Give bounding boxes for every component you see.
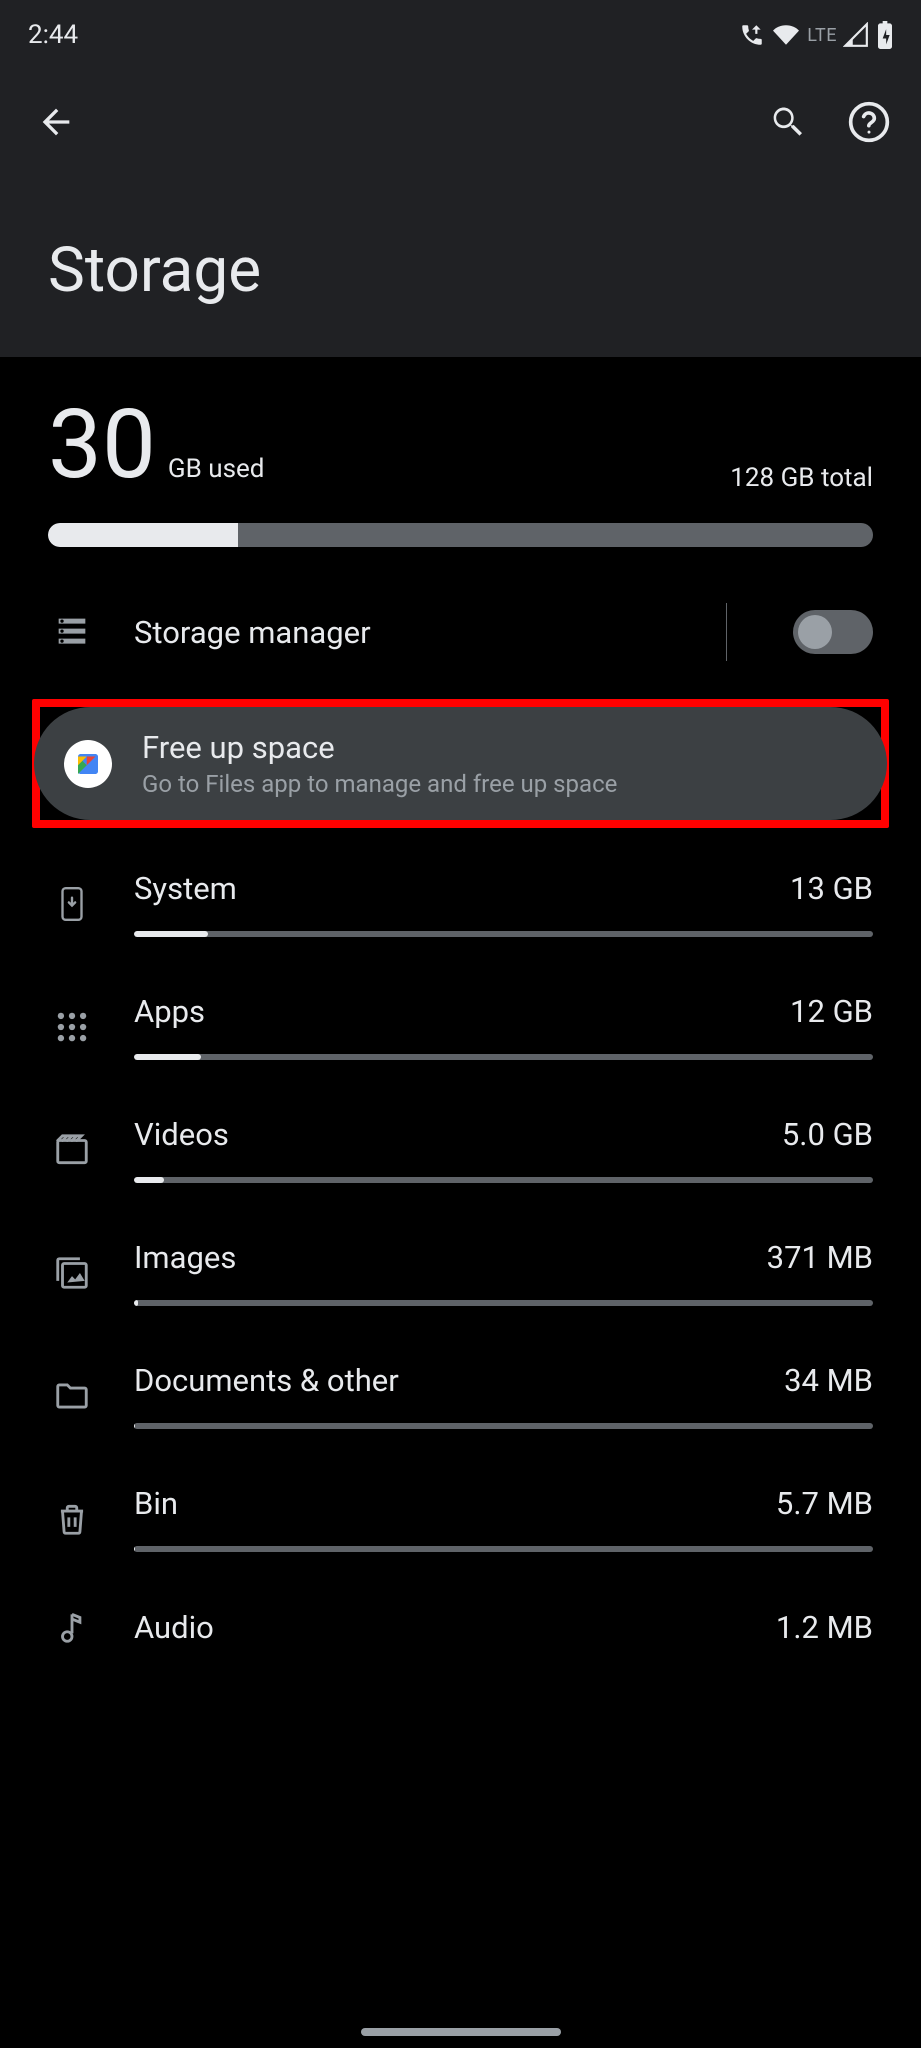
- category-name: Bin: [134, 1485, 178, 1522]
- category-audio[interactable]: Audio 1.2 MB: [0, 1580, 921, 1674]
- lte-indicator: LTE: [807, 25, 837, 46]
- category-name: Videos: [134, 1116, 229, 1153]
- search-icon: [767, 102, 807, 142]
- help-button[interactable]: [847, 100, 891, 144]
- header: Storage: [0, 70, 921, 357]
- help-icon: [847, 100, 891, 144]
- free-up-title: Free up space: [142, 729, 849, 766]
- used-unit: GB used: [168, 454, 265, 484]
- signal-icon: [843, 22, 869, 48]
- images-icon: [53, 1254, 91, 1292]
- category-bin[interactable]: Bin 5.7 MB: [0, 1457, 921, 1580]
- videos-icon: [53, 1131, 91, 1169]
- status-bar: 2:44 LTE: [0, 0, 921, 70]
- navigation-handle[interactable]: [361, 2028, 561, 2036]
- highlight-annotation: Free up space Go to Files app to manage …: [32, 699, 889, 828]
- category-name: Images: [134, 1239, 236, 1276]
- storage-manager-label: Storage manager: [134, 614, 688, 651]
- folder-icon: [53, 1377, 91, 1415]
- storage-usage: 30 GB used 128 GB total: [0, 387, 921, 511]
- category-bar: [134, 1423, 873, 1429]
- phone-update-icon: [53, 885, 91, 923]
- arrow-back-icon: [36, 102, 76, 142]
- toolbar: [0, 70, 921, 174]
- category-name: Apps: [134, 993, 205, 1030]
- storage-icon: [52, 612, 92, 652]
- free-up-subtitle: Go to Files app to manage and free up sp…: [142, 770, 849, 798]
- used-value: 30: [48, 397, 156, 493]
- search-button[interactable]: [767, 102, 807, 142]
- category-size: 12 GB: [790, 993, 873, 1030]
- wifi-icon: [773, 22, 799, 48]
- storage-manager-toggle[interactable]: [793, 610, 873, 654]
- files-app-icon: [64, 740, 112, 788]
- back-button[interactable]: [36, 102, 76, 142]
- category-bar: [134, 1054, 873, 1060]
- page-title: Storage: [0, 174, 921, 307]
- category-name: System: [134, 870, 237, 907]
- category-bar: [134, 1177, 873, 1183]
- category-bar: [134, 1300, 873, 1306]
- category-name: Documents & other: [134, 1362, 399, 1399]
- category-size: 13 GB: [790, 870, 873, 907]
- category-documents[interactable]: Documents & other 34 MB: [0, 1334, 921, 1457]
- storage-progress-fill: [48, 523, 238, 547]
- category-images[interactable]: Images 371 MB: [0, 1211, 921, 1334]
- wifi-calling-icon: [739, 22, 765, 48]
- category-size: 371 MB: [767, 1239, 873, 1276]
- category-size: 5.7 MB: [776, 1485, 873, 1522]
- status-icons: LTE: [739, 21, 893, 49]
- category-bar: [134, 931, 873, 937]
- apps-icon: [53, 1008, 91, 1046]
- category-bar: [134, 1546, 873, 1552]
- total-storage: 128 GB total: [730, 463, 873, 493]
- storage-progress-bar: [48, 523, 873, 547]
- free-up-space-button[interactable]: Free up space Go to Files app to manage …: [34, 707, 887, 820]
- category-name: Audio: [134, 1609, 214, 1646]
- category-size: 1.2 MB: [776, 1609, 873, 1646]
- divider: [726, 603, 727, 661]
- trash-icon: [53, 1500, 91, 1538]
- category-system[interactable]: System 13 GB: [0, 842, 921, 965]
- category-size: 5.0 GB: [782, 1116, 873, 1153]
- category-size: 34 MB: [784, 1362, 873, 1399]
- category-videos[interactable]: Videos 5.0 GB: [0, 1088, 921, 1211]
- status-time: 2:44: [28, 20, 78, 50]
- audio-icon: [53, 1608, 91, 1646]
- storage-manager-row[interactable]: Storage manager: [0, 575, 921, 689]
- battery-charging-icon: [877, 21, 893, 49]
- category-apps[interactable]: Apps 12 GB: [0, 965, 921, 1088]
